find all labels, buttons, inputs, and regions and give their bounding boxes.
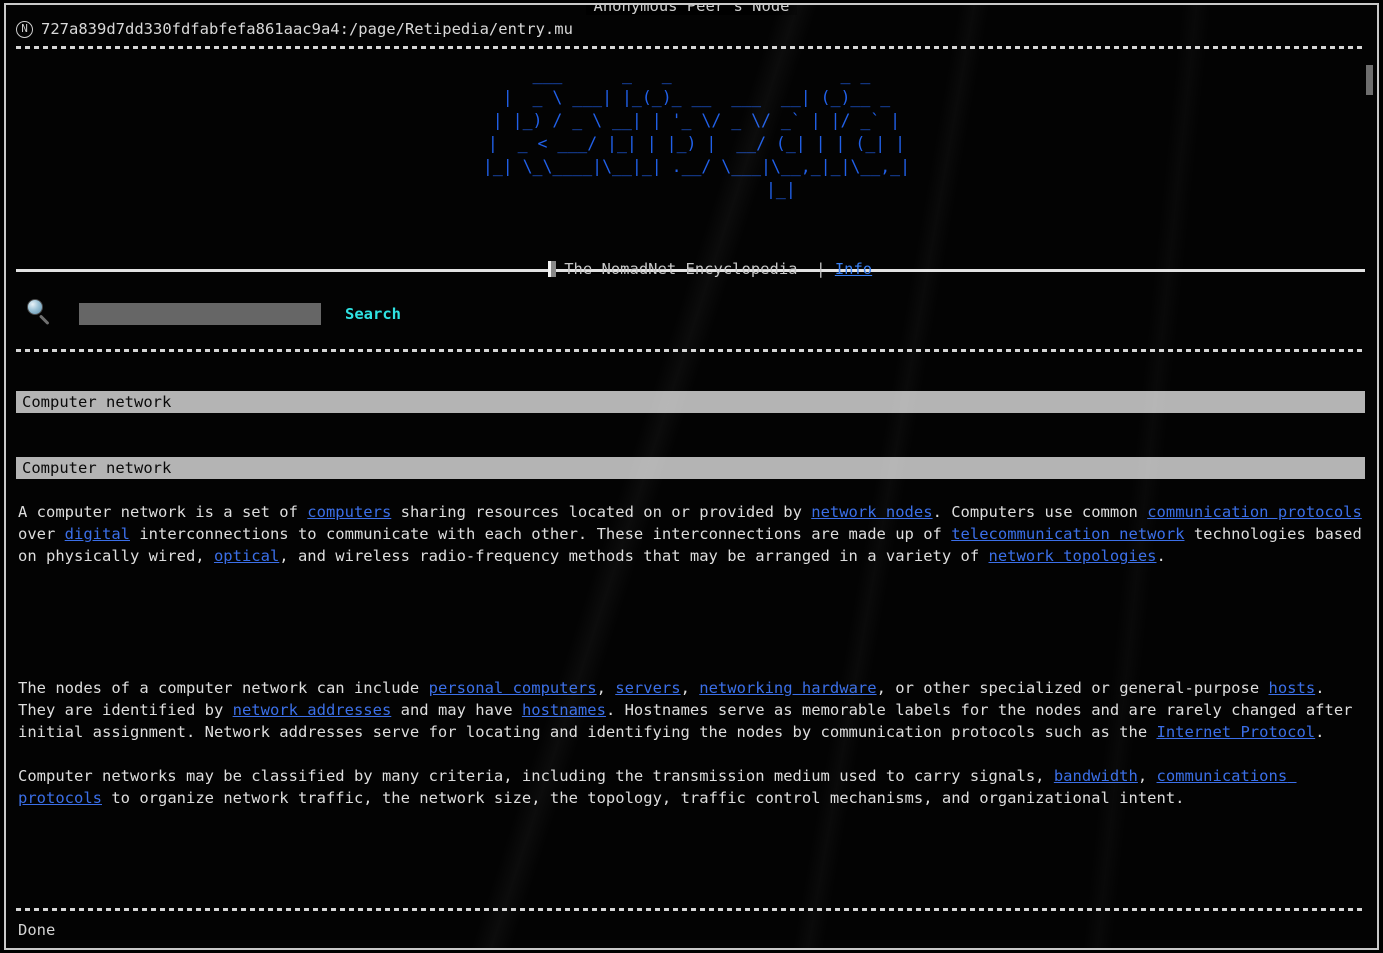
status-bar: Done	[6, 906, 1377, 948]
divider-status	[16, 908, 1365, 911]
article-paragraph: Computer networks may be classified by m…	[18, 765, 1370, 809]
tagline-text: The NomadNet Encyclopedia |	[564, 260, 835, 278]
article-text: The nodes of a computer network can incl…	[18, 679, 429, 697]
wiki-link[interactable]: optical	[214, 547, 279, 565]
article-text: ,	[1137, 767, 1157, 785]
article-text: A computer network is a set of	[18, 503, 308, 521]
scrollbar-thumb[interactable]	[1366, 65, 1373, 95]
wiki-link[interactable]: network addresses	[233, 701, 392, 719]
article-text: .	[1156, 547, 1166, 565]
article-text: ,	[596, 679, 616, 697]
article-paragraph: A computer network is a set of computers…	[18, 501, 1370, 567]
flag-icon	[548, 261, 557, 277]
divider-search	[16, 349, 1365, 352]
status-text: Done	[18, 921, 56, 939]
search-button[interactable]: Search	[345, 305, 401, 323]
article-text: interconnections to communicate with eac…	[130, 525, 952, 543]
wiki-link[interactable]: communication protocols	[1147, 503, 1362, 521]
wiki-link[interactable]: networking hardware	[699, 679, 876, 697]
wiki-link[interactable]: telecommunication network	[951, 525, 1184, 543]
search-bar: Search	[6, 297, 401, 331]
wiki-link[interactable]: bandwidth	[1054, 767, 1138, 785]
tagline: The NomadNet Encyclopedia | Info	[6, 236, 1377, 302]
article-text: Computer networks may be classified by m…	[18, 767, 1054, 785]
wiki-link[interactable]: servers	[615, 679, 680, 697]
url-text: 727a839d7dd330fdfabfefa861aac9a4:/page/R…	[41, 20, 573, 38]
retipedia-ascii-logo: ___ _ _ _ _ | _ \ ___| |_(_)_ __ ___ __|…	[482, 65, 911, 199]
article-text: and may have	[391, 701, 522, 719]
wiki-link[interactable]: Internet Protocol	[1156, 723, 1315, 741]
divider-top	[16, 46, 1365, 49]
location-bar[interactable]: N 727a839d7dd330fdfabfefa861aac9a4:/page…	[6, 15, 573, 43]
terminal-window: Anonymous Peer's Node N 727a839d7dd330fd…	[4, 3, 1379, 950]
node-icon: N	[16, 20, 33, 38]
article-paragraph: The nodes of a computer network can incl…	[18, 677, 1370, 743]
article-text: sharing resources located on or provided…	[391, 503, 812, 521]
search-input[interactable]	[79, 303, 321, 325]
wiki-link[interactable]: digital	[65, 525, 130, 543]
wiki-link[interactable]: personal computers	[429, 679, 597, 697]
wiki-link[interactable]: hosts	[1269, 679, 1316, 697]
wiki-link[interactable]: network nodes	[811, 503, 932, 521]
wiki-link[interactable]: hostnames	[522, 701, 606, 719]
wiki-link[interactable]: network topologies	[989, 547, 1157, 565]
info-link[interactable]: Info	[835, 260, 872, 278]
section-heading-bar: Computer network	[16, 457, 1365, 479]
scrollbar[interactable]	[1366, 49, 1373, 902]
article-text: . Computers use common	[932, 503, 1148, 521]
window-title: Anonymous Peer's Node	[585, 5, 798, 15]
magnifier-icon	[24, 297, 58, 331]
page-title-bar: Computer network	[16, 391, 1365, 413]
article-text: ,	[680, 679, 700, 697]
article-text: , or other specialized or general-purpos…	[876, 679, 1269, 697]
article-text: .	[1315, 723, 1325, 741]
wiki-link[interactable]: computers	[307, 503, 391, 521]
article-text: , and wireless radio-frequency methods t…	[279, 547, 989, 565]
article-text: to organize network traffic, the network…	[102, 789, 1185, 807]
window-titlebar: Anonymous Peer's Node	[6, 5, 1377, 17]
article-body: A computer network is a set of computers…	[18, 501, 1370, 809]
